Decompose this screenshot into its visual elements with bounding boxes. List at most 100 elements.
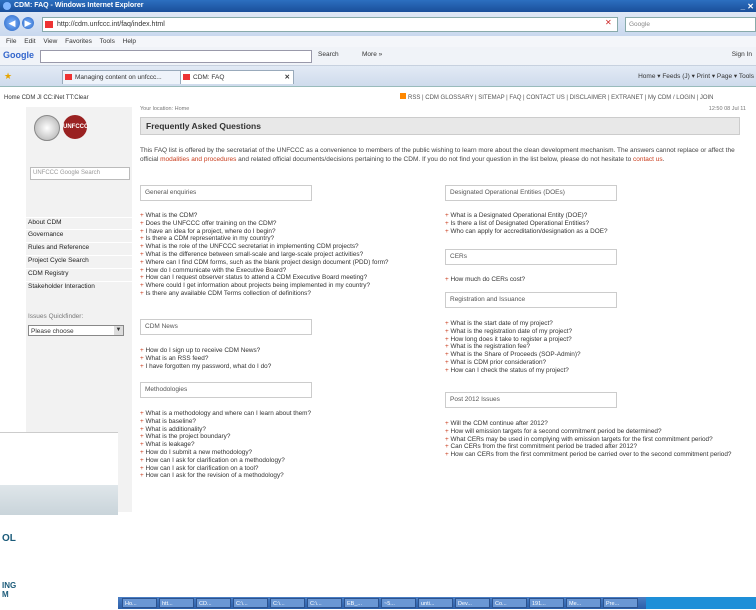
bookmarks-strip[interactable]: Home CDM JI CC:iNet TT:Clear xyxy=(4,95,89,101)
address-bar[interactable]: http://cdm.unfccc.int/faq/index.html xyxy=(42,17,618,32)
menu-file[interactable]: File xyxy=(6,38,16,45)
faq-list-methodologies: What is a methodology and where can I le… xyxy=(140,410,440,480)
faq-link[interactable]: What is the role of the UNFCCC secretari… xyxy=(140,243,440,251)
faq-link[interactable]: I have forgotten my password, what do I … xyxy=(140,363,440,371)
intro-text-3: . xyxy=(662,155,665,163)
faq-link[interactable]: What is the project boundary? xyxy=(140,433,440,441)
sidebar-item-rules[interactable]: Rules and Reference xyxy=(26,242,132,252)
tab-label: Managing content on unfccc... xyxy=(75,74,162,81)
faq-link[interactable]: How do I communicate with the Executive … xyxy=(140,267,440,275)
taskbar-button[interactable]: C:\... xyxy=(233,598,268,608)
faq-link[interactable]: How can I ask for the revision of a meth… xyxy=(140,472,440,480)
faq-link[interactable]: Is there any available CDM Terms collect… xyxy=(140,290,440,298)
faq-link[interactable]: What is CDM prior consideration? xyxy=(445,359,745,367)
sidebar-item-stakeholder[interactable]: Stakeholder Interaction xyxy=(26,281,132,291)
faq-link[interactable]: How will emission targets for a second c… xyxy=(445,428,745,436)
menu-edit[interactable]: Edit xyxy=(24,38,35,45)
google-search-button[interactable]: Search xyxy=(318,51,339,58)
faq-link[interactable]: What is the Share of Proceeds (SOP-Admin… xyxy=(445,351,745,359)
faq-list-general: What is the CDM?Does the UNFCCC offer tr… xyxy=(140,212,440,298)
forward-button[interactable]: ▶ xyxy=(22,17,34,29)
faq-link[interactable]: Does the UNFCCC offer training on the CD… xyxy=(140,220,440,228)
faq-link[interactable]: Who can apply for accreditation/designat… xyxy=(445,228,745,236)
window-titlebar: CDM: FAQ - Windows Internet Explorer _ ✕ xyxy=(0,0,756,12)
faq-link[interactable]: What is the registration date of my proj… xyxy=(445,328,745,336)
stop-icon[interactable]: ✕ xyxy=(605,18,612,27)
google-more-button[interactable]: More » xyxy=(362,51,382,58)
faq-link[interactable]: What is the CDM? xyxy=(140,212,440,220)
address-row: ◀ ▶ http://cdm.unfccc.int/faq/index.html… xyxy=(0,12,756,36)
taskbar-button[interactable]: Dev... xyxy=(455,598,490,608)
taskbar-button[interactable]: Ho... xyxy=(122,598,157,608)
taskbar-button[interactable]: Pre... xyxy=(603,598,638,608)
faq-link[interactable]: What is leakage? xyxy=(140,441,440,449)
sidebar-item-registry[interactable]: CDM Registry xyxy=(26,268,132,278)
taskbar-button[interactable]: htt... xyxy=(159,598,194,608)
tab-managing-content[interactable]: Managing content on unfccc... xyxy=(62,70,186,84)
taskbar-button[interactable]: C:\... xyxy=(307,598,342,608)
taskbar-button[interactable]: CD... xyxy=(196,598,231,608)
faq-link[interactable]: How long does it take to register a proj… xyxy=(445,336,745,344)
faq-link[interactable]: What CERs may be used in complying with … xyxy=(445,436,745,444)
taskbar-button[interactable]: Me... xyxy=(566,598,601,608)
faq-link[interactable]: How can I request observer status to att… xyxy=(140,274,440,282)
top-links-text[interactable]: RSS | CDM GLOSSARY | SITEMAP | FAQ | CON… xyxy=(408,95,714,101)
faq-list-doe: What is a Designated Operational Entity … xyxy=(445,212,745,235)
faq-link[interactable]: Will the CDM continue after 2012? xyxy=(445,420,745,428)
tab-cdm-faq[interactable]: CDM: FAQ ✕ xyxy=(180,70,294,84)
faq-link[interactable]: What is the registration fee? xyxy=(445,343,745,351)
faq-link[interactable]: What is the difference between small-sca… xyxy=(140,251,440,259)
link-modalities[interactable]: modalities and procedures xyxy=(160,156,236,163)
intro-text-2: and related official documents/decisions… xyxy=(236,155,633,163)
faq-link[interactable]: Is there a CDM representative in my coun… xyxy=(140,235,440,243)
favorites-star-icon[interactable]: ★ xyxy=(4,71,12,82)
faq-link[interactable]: How can I ask for clarification on a met… xyxy=(140,457,440,465)
menu-view[interactable]: View xyxy=(43,38,57,45)
faq-link[interactable]: What is an RSS feed? xyxy=(140,355,440,363)
google-search-input[interactable] xyxy=(40,50,312,63)
faq-link[interactable]: How can CERs from the first commitment p… xyxy=(445,451,745,459)
quickfinder-select[interactable]: Please choose ▼ xyxy=(28,325,124,336)
taskbar-button[interactable]: 191... xyxy=(529,598,564,608)
faq-link[interactable]: What is a methodology and where can I le… xyxy=(140,410,440,418)
sidebar-item-about[interactable]: About CDM xyxy=(26,217,132,227)
taskbar-button[interactable]: unti... xyxy=(418,598,453,608)
command-bar[interactable]: Home ▾ Feeds (J) ▾ Print ▾ Page ▾ Tools xyxy=(638,72,754,80)
sidebar-item-governance[interactable]: Governance xyxy=(26,229,132,239)
back-button[interactable]: ◀ xyxy=(4,15,20,31)
faq-link[interactable]: Is there a list of Designated Operationa… xyxy=(445,220,745,228)
close-tab-icon[interactable]: ✕ xyxy=(285,71,290,84)
faq-link[interactable]: Where could I get information about proj… xyxy=(140,282,440,290)
faq-link[interactable]: What is baseline? xyxy=(140,418,440,426)
faq-link[interactable]: Where can I find CDM forms, such as the … xyxy=(140,259,440,267)
taskbar-button[interactable]: C:\... xyxy=(270,598,305,608)
faq-link[interactable]: How do I sign up to receive CDM News? xyxy=(140,347,440,355)
background-window-fragment[interactable]: OL ING M xyxy=(0,432,118,610)
faq-link[interactable]: How can I check the status of my project… xyxy=(445,367,745,375)
menu-help[interactable]: Help xyxy=(123,38,136,45)
rss-icon[interactable] xyxy=(400,93,406,99)
address-url: http://cdm.unfccc.int/faq/index.html xyxy=(57,21,165,28)
faq-list-registration: What is the start date of my project?Wha… xyxy=(445,320,745,375)
browser-search-input[interactable]: Google xyxy=(625,17,756,32)
section-header-doe: Designated Operational Entities (DOEs) xyxy=(445,185,617,201)
system-tray[interactable] xyxy=(646,597,756,609)
link-contact-us[interactable]: contact us xyxy=(633,156,663,163)
faq-link[interactable]: How much do CERs cost? xyxy=(445,276,745,284)
faq-link[interactable]: What is a Designated Operational Entity … xyxy=(445,212,745,220)
sidebar-item-project-search[interactable]: Project Cycle Search xyxy=(26,255,132,265)
taskbar-button[interactable]: ~5... xyxy=(381,598,416,608)
faq-link[interactable]: How do I submit a new methodology? xyxy=(140,449,440,457)
unfccc-search-input[interactable]: UNFCCC Google Search xyxy=(30,167,130,180)
faq-link[interactable]: What is additionality? xyxy=(140,426,440,434)
chevron-down-icon[interactable]: ▼ xyxy=(114,326,123,335)
menu-favorites[interactable]: Favorites xyxy=(65,38,92,45)
faq-link[interactable]: How can I ask for clarification on a too… xyxy=(140,465,440,473)
sign-in-link[interactable]: Sign In xyxy=(732,51,752,58)
taskbar-button[interactable]: EB_... xyxy=(344,598,379,608)
menu-tools[interactable]: Tools xyxy=(100,38,115,45)
faq-link[interactable]: I have an idea for a project, where do I… xyxy=(140,228,440,236)
faq-link[interactable]: Can CERs from the first commitment perio… xyxy=(445,443,745,451)
faq-link[interactable]: What is the start date of my project? xyxy=(445,320,745,328)
taskbar-button[interactable]: Co... xyxy=(492,598,527,608)
